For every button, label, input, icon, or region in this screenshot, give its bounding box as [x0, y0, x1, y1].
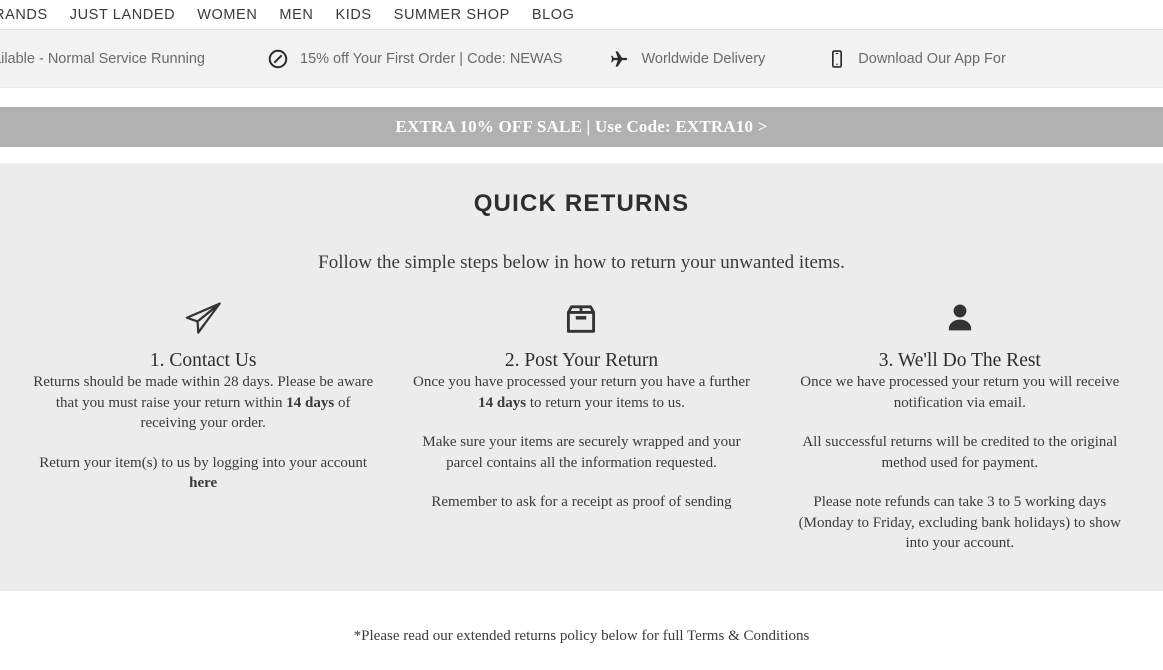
promo-item-4[interactable]: Download Our App For — [827, 48, 1006, 70]
paragraph-text: 14 days — [478, 394, 527, 411]
page-title: QUICK RETURNS — [473, 190, 690, 217]
paragraph-text: to return your items to us. — [526, 394, 685, 411]
paper-plane-icon — [28, 296, 378, 342]
paragraph-text: Return your item(s) to us by logging int… — [39, 454, 368, 471]
nav-item-brands[interactable]: RANDS — [0, 7, 59, 23]
airplane-icon — [608, 48, 630, 70]
returns-step-title: 1. Contact Us — [149, 350, 257, 371]
account-link[interactable]: here — [189, 475, 217, 491]
returns-step-1: 1. Contact Us Returns should be made with… — [14, 296, 392, 554]
returns-step-body: Returns should be made within 28 days. P… — [28, 372, 378, 494]
promo-item-3[interactable]: Worldwide Delivery — [608, 48, 765, 70]
paragraph-text: All successful returns will be credited … — [802, 434, 1118, 471]
returns-step-2: 2. Post Your Return Once you have process… — [392, 296, 770, 554]
promotional-bar: ery Available - Normal Service Running 15… — [0, 30, 1163, 88]
paragraph-text: Please note refunds can take 3 to 5 work… — [798, 494, 1121, 551]
returns-step-body: Once we have processed your return you w… — [787, 372, 1133, 554]
paragraph-text: Once you have processed your return you … — [413, 374, 750, 390]
nav-item-summer-shop[interactable]: SUMMER SHOP — [383, 7, 521, 23]
promo-item-2[interactable]: 15% off Your First Order | Code: NEWAS — [267, 48, 562, 70]
nav-item-kids[interactable]: KIDS — [324, 7, 382, 23]
promo-item-label: 15% off Your First Order | Code: NEWAS — [300, 50, 563, 67]
returns-step-3: 3. We'll Do The Rest Once we have process… — [771, 296, 1149, 554]
promo-item-1[interactable]: ery Available - Normal Service Running — [0, 51, 205, 67]
promo-item-label: Worldwide Delivery — [641, 50, 766, 67]
returns-step-paragraph: Once you have processed your return you … — [406, 372, 756, 413]
nav-item-men[interactable]: MEN — [268, 7, 324, 23]
returns-step-paragraph: Return your item(s) to us by logging int… — [28, 453, 378, 494]
paragraph-text: 14 days — [286, 394, 335, 411]
returns-step-paragraph: Make sure your items are securely wrappe… — [406, 432, 756, 473]
quick-returns-section: QUICK RETURNS Follow the simple steps be… — [0, 163, 1163, 591]
paragraph-text: Make sure your items are securely wrappe… — [422, 434, 741, 471]
returns-step-body: Once you have processed your return you … — [406, 372, 756, 513]
returns-step-title: 2. Post Your Return — [504, 350, 659, 371]
sale-banner-text[interactable]: EXTRA 10% OFF SALE | Use Code: EXTRA10 > — [395, 117, 767, 137]
nav-item-just-landed[interactable]: JUST LANDED — [59, 7, 186, 23]
paragraph-text: Remember to ask for a receipt as proof o… — [431, 494, 732, 510]
promo-item-label: Download Our App For — [858, 50, 1006, 67]
returns-step-paragraph: Once we have processed your return you w… — [787, 372, 1133, 413]
promo-item-label: ery Available - Normal Service Running — [0, 50, 205, 67]
returns-policy-note: *Please read our extended returns policy… — [353, 628, 810, 644]
person-icon — [785, 296, 1135, 342]
mobile-phone-icon — [827, 48, 847, 70]
returns-step-title: 3. We'll Do The Rest — [878, 350, 1041, 371]
returns-step-paragraph: Returns should be made within 28 days. P… — [28, 372, 378, 434]
box-icon — [406, 296, 756, 342]
returns-steps: 1. Contact Us Returns should be made with… — [0, 296, 1163, 554]
main-navigation: RANDSJUST LANDEDWOMENMENKIDSSUMMER SHOPB… — [0, 0, 1163, 30]
returns-step-paragraph: Please note refunds can take 3 to 5 work… — [787, 492, 1133, 554]
nav-item-women[interactable]: WOMEN — [186, 7, 268, 23]
discount-icon — [267, 48, 289, 70]
returns-step-paragraph: Remember to ask for a receipt as proof o… — [406, 492, 756, 513]
nav-item-blog[interactable]: BLOG — [521, 7, 586, 23]
paragraph-text: Once we have processed your return you w… — [800, 374, 1120, 411]
returns-step-paragraph: All successful returns will be credited … — [787, 432, 1133, 473]
section-subtitle: Follow the simple steps below in how to … — [318, 252, 845, 273]
sale-banner[interactable]: EXTRA 10% OFF SALE | Use Code: EXTRA10 > — [0, 107, 1163, 147]
